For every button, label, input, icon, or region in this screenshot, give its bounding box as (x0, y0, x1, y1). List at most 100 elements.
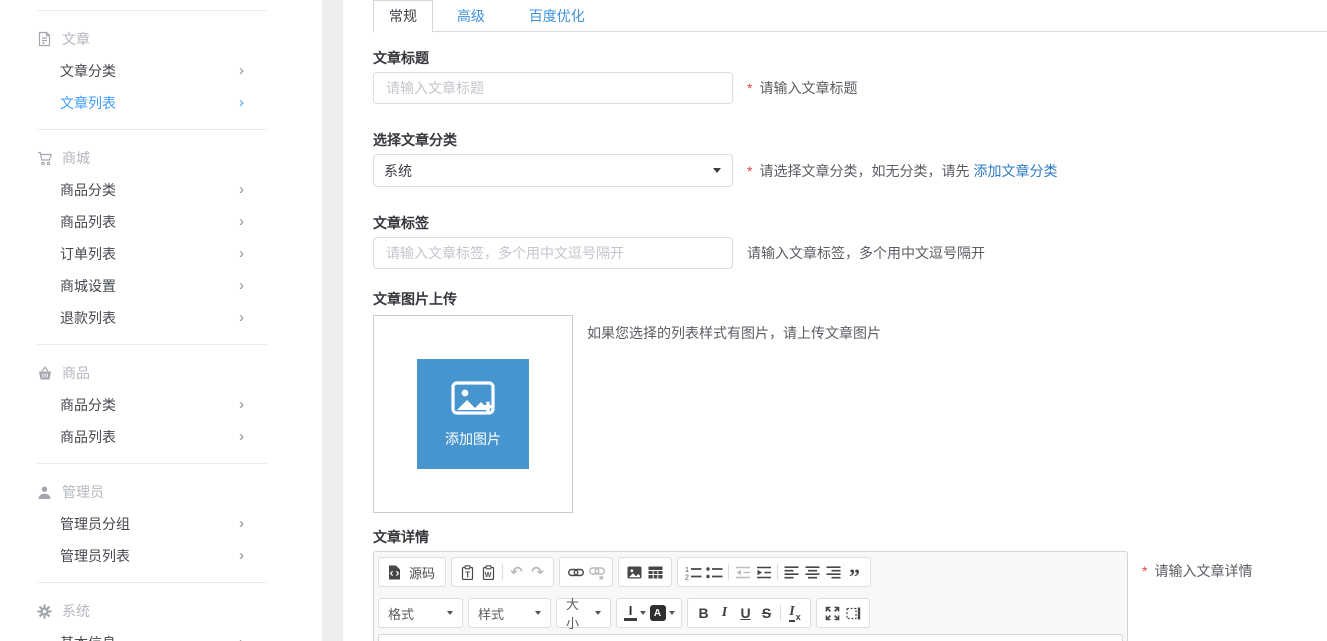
format-dropdown[interactable]: 格式 (378, 598, 463, 628)
sidebar-item-article-list[interactable]: 文章列表 › (0, 87, 322, 119)
sidebar-section-admin[interactable]: 管理员 (0, 476, 322, 508)
paste-from-word-button[interactable]: W (478, 559, 499, 585)
add-category-link[interactable]: 添加文章分类 (973, 163, 1057, 179)
svg-text:1: 1 (685, 566, 689, 573)
style-dropdown[interactable]: 样式 (468, 598, 551, 628)
editor-toolbar-row-2: 格式 样式 大小 I (374, 593, 1127, 628)
align-center-button[interactable] (802, 559, 823, 585)
insert-table-button[interactable] (645, 559, 666, 585)
dropdown-caret-icon (640, 611, 646, 615)
sidebar-section-article[interactable]: 文章 (0, 23, 322, 55)
underline-button[interactable]: U (735, 600, 756, 626)
italic-icon: I (722, 605, 727, 621)
chevron-right-icon: › (239, 174, 244, 206)
required-mark: * (747, 80, 752, 96)
sidebar-section-label: 商城 (62, 148, 90, 168)
main-panel: 常规 高级 百度优化 文章标题 *请输入文章标题 选择文章分类 系统 *请选择文… (343, 0, 1327, 641)
editor-content-area[interactable] (378, 634, 1123, 641)
user-icon (37, 484, 53, 500)
bullet-list-icon (706, 565, 723, 580)
toolbar-separator (502, 564, 503, 580)
blockquote-button[interactable]: ” (844, 559, 865, 585)
align-right-button[interactable] (823, 559, 844, 585)
tab-advanced[interactable]: 高级 (437, 0, 505, 32)
required-mark: * (1142, 563, 1147, 579)
paste-as-text-button[interactable]: T (457, 559, 478, 585)
tab-baidu-seo[interactable]: 百度优化 (509, 0, 605, 32)
article-category-select[interactable]: 系统 (373, 154, 733, 187)
sidebar-section-mall[interactable]: 商城 (0, 142, 322, 174)
sidebar-item-label: 订单列表 (60, 246, 116, 262)
chevron-right-icon: › (239, 421, 244, 453)
text-color-button[interactable]: I (622, 600, 648, 626)
size-dropdown[interactable]: 大小 (556, 598, 611, 628)
outdent-button[interactable] (732, 559, 753, 585)
bullet-list-button[interactable] (704, 559, 725, 585)
sidebar-item-goods-category[interactable]: 商品分类 › (0, 389, 322, 421)
sidebar-item-refund-list[interactable]: 退款列表 › (0, 302, 322, 334)
unlink-button[interactable] (586, 559, 607, 585)
article-title-hint: *请输入文章标题 (747, 78, 857, 98)
redo-icon: ↷ (531, 565, 544, 580)
align-left-icon (784, 565, 799, 580)
indent-icon (756, 565, 772, 580)
strikethrough-icon: S (762, 605, 771, 621)
sidebar-item-order-list[interactable]: 订单列表 › (0, 238, 322, 270)
sidebar-item-label: 商品列表 (60, 214, 116, 230)
chevron-right-icon: › (239, 238, 244, 270)
source-code-icon (387, 565, 402, 580)
content-gap (322, 0, 343, 641)
article-tags-input[interactable] (373, 237, 733, 269)
sidebar: 文章 文章分类 › 文章列表 › 商城 商品分类 › 商品列表 › 订单列表 ›… (0, 0, 322, 641)
remove-format-button[interactable]: Ix (784, 600, 805, 626)
article-title-input[interactable] (373, 72, 733, 104)
sidebar-item-mall-settings[interactable]: 商城设置 › (0, 270, 322, 302)
redo-button[interactable]: ↷ (527, 559, 548, 585)
image-icon (627, 565, 642, 580)
add-image-button[interactable]: 添加图片 (417, 359, 529, 469)
tab-general[interactable]: 常规 (373, 0, 433, 33)
chevron-right-icon: › (239, 389, 244, 421)
chevron-right-icon: › (239, 270, 244, 302)
source-button-label[interactable]: 源码 (409, 563, 435, 582)
numbered-list-icon: 12 (685, 565, 702, 580)
image-upload-dropzone[interactable]: 添加图片 (373, 315, 573, 513)
article-detail-label: 文章详情 (373, 527, 1327, 547)
sidebar-item-label: 商品列表 (60, 429, 116, 445)
sidebar-item-basic-info[interactable]: 基本信息 › (0, 627, 322, 641)
sidebar-section-label: 商品 (62, 363, 90, 383)
undo-button[interactable]: ↶ (506, 559, 527, 585)
sidebar-item-goods-list[interactable]: 商品列表 › (0, 421, 322, 453)
italic-button[interactable]: I (714, 600, 735, 626)
rich-text-editor: 源码 T W ↶ ↷ (373, 551, 1128, 641)
strikethrough-button[interactable]: S (756, 600, 777, 626)
align-left-button[interactable] (781, 559, 802, 585)
indent-button[interactable] (753, 559, 774, 585)
sidebar-divider (37, 344, 267, 345)
sidebar-item-product-list[interactable]: 商品列表 › (0, 206, 322, 238)
numbered-list-button[interactable]: 12 (683, 559, 704, 585)
background-color-button[interactable]: A (648, 600, 676, 626)
text-color-icon: I (624, 605, 637, 621)
sidebar-item-article-category[interactable]: 文章分类 › (0, 55, 322, 87)
sidebar-divider (37, 582, 267, 583)
svg-text:W: W (485, 572, 492, 579)
gear-icon (37, 603, 53, 619)
source-button[interactable] (384, 559, 405, 585)
sidebar-section-label: 管理员 (62, 482, 104, 502)
maximize-button[interactable] (822, 600, 843, 626)
sidebar-section-label: 系统 (62, 601, 90, 621)
undo-icon: ↶ (510, 565, 523, 580)
sidebar-item-label: 商城设置 (60, 278, 116, 294)
bold-button[interactable]: B (693, 600, 714, 626)
article-category-hint: *请选择文章分类，如无分类，请先添加文章分类 (747, 161, 1057, 181)
sidebar-item-admin-group[interactable]: 管理员分组 › (0, 508, 322, 540)
link-button[interactable] (565, 559, 586, 585)
sidebar-section-system[interactable]: 系统 (0, 595, 322, 627)
insert-image-button[interactable] (624, 559, 645, 585)
sidebar-item-product-category[interactable]: 商品分类 › (0, 174, 322, 206)
sidebar-item-admin-list[interactable]: 管理员列表 › (0, 540, 322, 572)
show-blocks-button[interactable] (843, 600, 864, 626)
dropdown-caret-icon (595, 611, 601, 615)
sidebar-section-goods[interactable]: 商品 (0, 357, 322, 389)
